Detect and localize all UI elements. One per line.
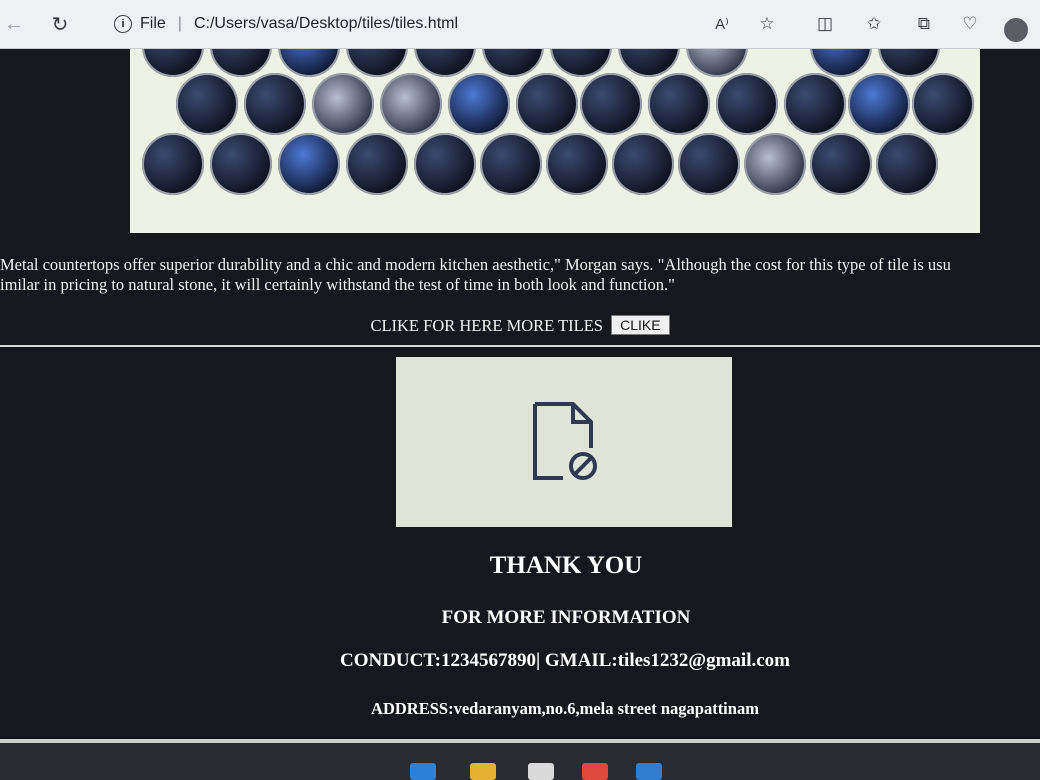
tile-disc <box>848 73 910 135</box>
browser-essentials-icon[interactable]: ♡ <box>958 12 982 36</box>
tile-disc <box>580 73 642 135</box>
url-text[interactable]: C:/Users/vasa/Desktop/tiles/tiles.html <box>194 15 458 33</box>
tile-disc <box>278 49 340 77</box>
tile-disc <box>346 49 408 77</box>
tile-disc <box>414 49 476 77</box>
tile-disc <box>686 49 748 77</box>
tile-disc <box>912 73 974 135</box>
horizontal-rule <box>0 345 1040 347</box>
more-tiles-row: CLIKE FOR HERE MORE TILES CLIKE <box>0 315 1040 336</box>
read-aloud-icon[interactable]: A⁾ <box>710 12 734 36</box>
edge-taskbar-icon[interactable] <box>410 763 436 780</box>
tile-disc <box>448 73 510 135</box>
tile-disc <box>744 133 806 195</box>
info-icon[interactable]: i <box>114 15 132 33</box>
tile-disc <box>784 73 846 135</box>
description-paragraph: Metal countertops offer superior durabil… <box>0 255 1040 295</box>
tile-disc <box>312 73 374 135</box>
tile-disc <box>346 133 408 195</box>
tile-disc <box>546 133 608 195</box>
tile-disc <box>210 49 272 77</box>
tile-disc <box>550 49 612 77</box>
tile-disc <box>480 133 542 195</box>
contact-line: CONDUCT:1234567890| GMAIL:tiles1232@gmai… <box>339 650 791 671</box>
more-tiles-button[interactable]: CLIKE <box>611 315 670 335</box>
page-content: Metal countertops offer superior durabil… <box>0 49 1040 780</box>
tile-disc <box>876 133 938 195</box>
tile-disc <box>618 49 680 77</box>
tile-disc <box>716 73 778 135</box>
tile-disc <box>210 133 272 195</box>
tile-disc <box>414 133 476 195</box>
tile-disc <box>678 133 740 195</box>
more-tiles-text: CLIKE FOR HERE MORE TILES <box>370 316 603 335</box>
tile-disc <box>612 133 674 195</box>
avatar[interactable] <box>1004 18 1028 42</box>
tile-disc <box>516 73 578 135</box>
store-taskbar-icon[interactable] <box>528 763 554 780</box>
tile-disc <box>142 49 204 77</box>
address-separator: | <box>177 15 182 32</box>
taskbar <box>0 743 1040 780</box>
more-info-heading: FOR MORE INFORMATION <box>441 607 691 628</box>
tile-disc <box>878 49 940 77</box>
chrome-taskbar-icon[interactable] <box>582 763 608 780</box>
tile-disc <box>142 133 204 195</box>
split-screen-icon[interactable]: ◫ <box>813 12 837 36</box>
star-icon[interactable]: ☆ <box>755 12 779 36</box>
paragraph-line: imilar in pricing to natural stone, it w… <box>0 275 675 294</box>
image-placeholder <box>396 357 732 527</box>
tile-disc <box>278 133 340 195</box>
refresh-icon[interactable]: ↻ <box>46 10 74 38</box>
vscode-taskbar-icon[interactable] <box>636 763 662 780</box>
tile-disc <box>244 73 306 135</box>
folder-taskbar-icon[interactable] <box>470 763 496 780</box>
file-label: File <box>140 15 166 32</box>
tile-disc <box>176 73 238 135</box>
broken-image-icon <box>533 402 597 480</box>
tiles-hero-image <box>130 49 980 233</box>
tile-disc <box>380 73 442 135</box>
tile-disc <box>810 133 872 195</box>
address-line: ADDRESS:vedaranyam,no.6,mela street naga… <box>371 699 759 718</box>
tile-disc <box>648 73 710 135</box>
favorites-list-icon[interactable]: ✩ <box>862 12 886 36</box>
browser-toolbar: ← ↻ i File | C:/Users/vasa/Desktop/tiles… <box>0 0 1040 49</box>
paragraph-line: Metal countertops offer superior durabil… <box>0 255 951 274</box>
tile-disc <box>482 49 544 77</box>
address-bar[interactable]: i File | C:/Users/vasa/Desktop/tiles/til… <box>108 10 668 38</box>
collections-icon[interactable]: ⧉ <box>912 12 936 36</box>
thank-you-heading: THANK YOU <box>489 552 643 579</box>
back-arrow-icon[interactable]: ← <box>0 10 28 38</box>
